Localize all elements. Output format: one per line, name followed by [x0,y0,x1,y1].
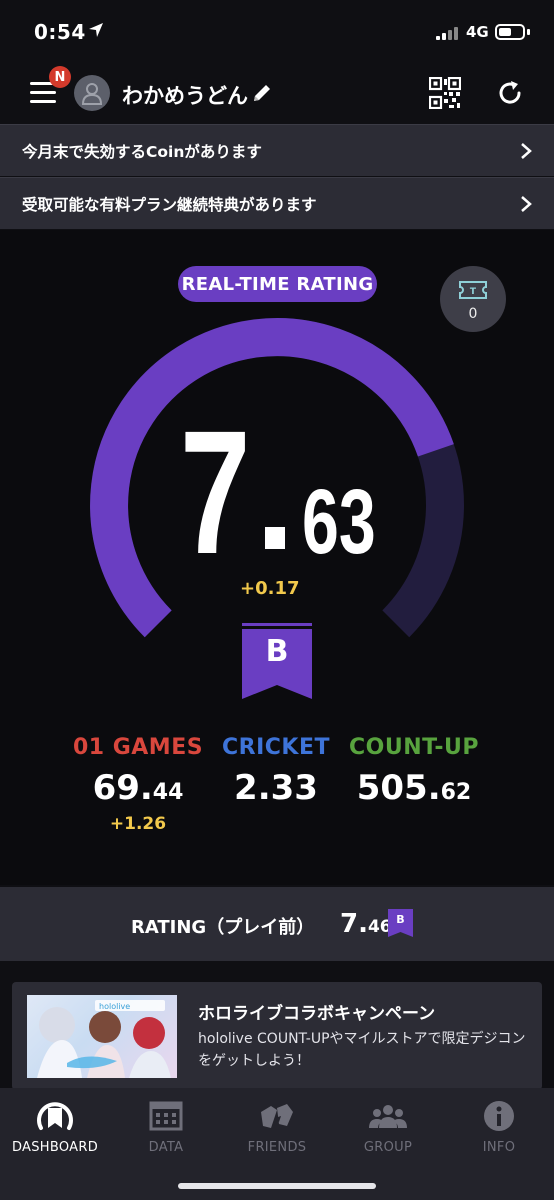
home-indicator [178,1183,376,1189]
rating-before-play[interactable]: RATING（プレイ前） 7.46 B [0,887,554,961]
status-bar: 0:54 4G [0,0,554,62]
stat-label: CRICKET [222,735,330,760]
stat-value: 505.62 [356,768,472,808]
notice-expiring-coin[interactable]: 今月末で失効するCoinがあります [0,124,554,176]
user-icon [81,83,103,105]
stat-label: 01 GAMES [72,735,204,760]
rating-before-rank: B [396,913,405,926]
campaign-banner[interactable]: hololive ホロライブコラボキャンペーン hololive COUNT-U… [12,982,542,1090]
app-header: N わかめうどん [0,62,554,124]
friends-icon [261,1104,293,1128]
svg-text:T: T [470,287,477,297]
qr-code-icon[interactable] [429,77,461,109]
tab-label: FRIENDS [247,1140,307,1155]
stat-delta: +1.26 [109,814,167,834]
ticket-button[interactable]: T 0 [440,266,506,332]
notification-badge: N [49,66,71,88]
rating-panel: REAL-TIME RATING T 0 7 63 +0.17 B 01 GAM… [0,230,554,885]
tab-info[interactable]: INFO [444,1098,554,1168]
tab-dashboard[interactable]: DASHBOARD [0,1098,110,1168]
location-arrow-icon [89,23,103,37]
refresh-icon[interactable] [495,78,525,108]
tab-label: INFO [482,1140,516,1155]
battery-icon [495,24,525,40]
stat-count-up[interactable]: COUNT-UP 505.62 [334,735,494,808]
tab-label: DASHBOARD [11,1140,99,1155]
chevron-right-icon [521,196,532,212]
campaign-description: hololive COUNT-UPやマイルストアで限定デジコンをゲットしよう！ [198,1031,526,1069]
campaign-title: ホロライブコラボキャンペーン [198,1004,436,1024]
rating-before-label: RATING（プレイ前） [131,917,315,938]
stat-value: 2.33 [234,768,318,808]
campaign-image: hololive [27,995,177,1078]
tab-group[interactable]: GROUP [333,1098,443,1168]
tab-data[interactable]: DATA [111,1098,221,1168]
notice-text: 受取可能な有料プラン継続特典があります [22,195,317,214]
battery-tip [527,29,530,35]
stat-value: 69.44 [92,768,184,808]
stat-label: COUNT-UP [348,735,480,760]
tab-label: GROUP [363,1140,413,1155]
stat-01-games[interactable]: 01 GAMES 69.44 +1.26 [58,735,218,834]
tab-friends[interactable]: FRIENDS [222,1098,332,1168]
tab-label: DATA [148,1140,184,1155]
rank-letter: B [265,634,289,669]
notice-subscription-bonus[interactable]: 受取可能な有料プラン継続特典があります [0,177,554,229]
stat-cricket[interactable]: CRICKET 2.33 [196,735,356,808]
dashboard-icon [37,1102,73,1130]
network-type: 4G [466,23,489,41]
ticket-icon: T [459,281,487,299]
rating-value-decimal: 63 [302,471,376,573]
rating-before-value: 7.46 [340,909,392,939]
ticket-count: 0 [468,306,478,322]
info-icon [484,1101,514,1131]
status-time: 0:54 [34,20,86,44]
group-icon [369,1105,407,1128]
signal-icon [436,26,458,40]
pencil-icon[interactable] [251,82,273,104]
avatar[interactable] [74,75,110,111]
data-icon [149,1101,183,1131]
svg-text:hololive: hololive [99,1002,130,1011]
chevron-right-icon [521,143,532,159]
rating-decimal-point [265,527,285,549]
username[interactable]: わかめうどん [122,80,248,110]
rating-value-integer: 7 [180,395,251,591]
rating-delta: +0.17 [240,578,300,599]
realtime-rating-pill[interactable]: REAL-TIME RATING [178,266,377,302]
notice-text: 今月末で失効するCoinがあります [22,142,262,161]
